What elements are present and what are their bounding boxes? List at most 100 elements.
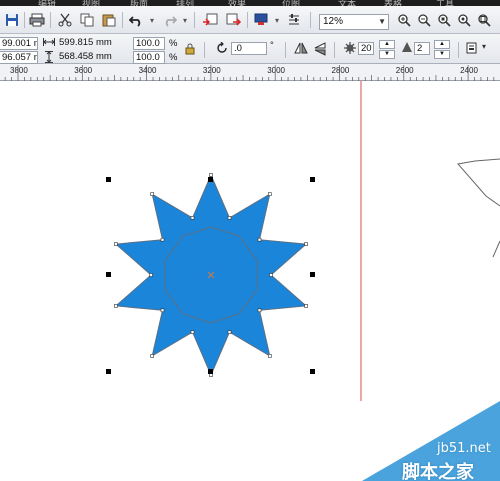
lock-ratio-icon[interactable]	[185, 43, 195, 58]
star-node[interactable]	[267, 354, 272, 358]
watermark-name: 脚本之家	[402, 462, 474, 481]
property-separator	[334, 42, 335, 58]
outline-dropdown-icon[interactable]: ▾	[482, 42, 486, 51]
star-node[interactable]	[160, 237, 165, 242]
scale-y-unit: %	[169, 52, 178, 63]
star-node[interactable]	[150, 192, 154, 196]
star-points-increase-button[interactable]: ▲	[379, 40, 395, 49]
scale-x-field[interactable]: 100.0	[133, 37, 165, 50]
handle-middle-right[interactable]	[310, 272, 315, 277]
object-position-y-field[interactable]: 96.057 mm	[0, 51, 38, 64]
star-node[interactable]	[190, 216, 195, 220]
star-sharpness-increase-button[interactable]: ▲	[434, 40, 450, 49]
toolbar-separator	[247, 12, 248, 28]
undo-icon[interactable]	[126, 10, 146, 30]
zoom-level-select[interactable]: 12% ▼	[319, 14, 389, 30]
object-position-x-field[interactable]: 99.001 mm	[0, 37, 38, 50]
export-icon[interactable]	[224, 10, 244, 30]
object-position-y-value: 96.057 mm	[2, 52, 37, 63]
ruler-ticks: 3800 3600 3400 3200 3000 2800 2600 2400	[4, 65, 495, 81]
star-node[interactable]	[114, 304, 118, 308]
ruler-label: 3800	[10, 66, 28, 75]
scale-y-value: 100.0	[136, 52, 160, 63]
object-height-value: 568.458 mm	[59, 51, 112, 62]
ruler-label: 3200	[203, 66, 221, 75]
outline-width-icon[interactable]	[466, 42, 478, 57]
star-points-decrease-button[interactable]: ▼	[379, 50, 395, 59]
star-points-field[interactable]: 20	[358, 42, 374, 55]
star-node[interactable]	[190, 330, 195, 334]
cut-icon[interactable]	[55, 10, 75, 30]
handle-bottom-right[interactable]	[310, 369, 315, 374]
paste-icon[interactable]	[99, 10, 119, 30]
selected-star-shape[interactable]	[114, 173, 308, 377]
object-width-field[interactable]: 599.815 mm	[57, 37, 123, 50]
standard-toolbar: ▾ ▾ ▾ 12% ▼	[0, 6, 500, 34]
import-icon[interactable]	[200, 10, 220, 30]
undo-dropdown-icon[interactable]: ▾	[147, 10, 157, 30]
drawing-canvas[interactable]	[0, 81, 500, 481]
toolbar-separator	[24, 12, 25, 28]
ruler-label: 2400	[460, 66, 478, 75]
launcher-dropdown-icon[interactable]: ▾	[272, 10, 282, 30]
width-icon	[43, 37, 55, 50]
redo-dropdown-icon[interactable]: ▾	[180, 10, 190, 30]
scale-y-field[interactable]: 100.0	[133, 51, 165, 64]
star-node[interactable]	[209, 173, 213, 177]
star-node[interactable]	[267, 192, 272, 196]
ruler-label: 2600	[396, 66, 414, 75]
star-outline-partial[interactable]	[457, 158, 500, 207]
ruler-label: 2800	[332, 66, 350, 75]
handle-top-right[interactable]	[310, 177, 315, 182]
star-sharpness-value: 2	[417, 43, 423, 54]
zoom-in-icon[interactable]	[394, 10, 414, 30]
zoom-out-icon[interactable]	[414, 10, 434, 30]
object-height-field[interactable]: 568.458 mm	[57, 51, 123, 64]
star-points-icon	[344, 42, 356, 57]
rotation-angle-field[interactable]: .0	[231, 42, 267, 55]
toolbar-separator	[122, 12, 123, 28]
star-node[interactable]	[149, 273, 153, 277]
star-node[interactable]	[114, 242, 118, 246]
options-icon[interactable]	[284, 10, 304, 30]
star-node[interactable]	[257, 308, 262, 313]
handle-middle-left[interactable]	[106, 272, 111, 277]
scale-x-unit: %	[169, 38, 178, 49]
mirror-vertical-icon[interactable]	[314, 42, 326, 59]
star-node[interactable]	[150, 354, 154, 358]
handle-bottom-center[interactable]	[208, 369, 213, 374]
handle-top-center[interactable]	[208, 177, 213, 182]
zoom-to-all-objects-icon[interactable]	[454, 10, 474, 30]
watermark-url: jb51.net	[437, 441, 491, 456]
mirror-horizontal-icon[interactable]	[294, 42, 308, 57]
redo-icon[interactable]	[160, 10, 180, 30]
application-launcher-icon[interactable]	[251, 10, 271, 30]
zoom-to-selected-icon[interactable]	[434, 10, 454, 30]
star-node[interactable]	[269, 273, 273, 277]
property-separator	[458, 42, 459, 58]
zoom-level-value: 12%	[323, 16, 344, 27]
star-node[interactable]	[160, 308, 165, 313]
star-node[interactable]	[304, 304, 308, 308]
star-points-value: 20	[361, 43, 372, 54]
save-icon[interactable]	[2, 10, 22, 30]
toolbar-separator	[50, 12, 51, 28]
handle-bottom-left[interactable]	[106, 369, 111, 374]
canvas-drawing	[106, 81, 500, 481]
star-sharpness-decrease-button[interactable]: ▼	[434, 50, 450, 59]
star-node[interactable]	[227, 216, 232, 220]
zoom-to-page-icon[interactable]	[474, 10, 494, 30]
ruler-label: 3400	[139, 66, 157, 75]
toolbar-separator	[194, 12, 195, 28]
copy-icon[interactable]	[77, 10, 97, 30]
print-icon[interactable]	[27, 10, 47, 30]
handle-top-left[interactable]	[106, 177, 111, 182]
rotation-angle-value: .0	[234, 43, 242, 54]
star-node[interactable]	[257, 237, 262, 242]
star-sharpness-field[interactable]: 2	[414, 42, 430, 55]
property-separator	[204, 42, 205, 58]
star-sharpness-icon	[401, 41, 413, 56]
horizontal-ruler[interactable]: 3800 3600 3400 3200 3000 2800 2600 2400	[0, 64, 500, 81]
star-node[interactable]	[304, 242, 308, 246]
star-node[interactable]	[227, 330, 232, 334]
